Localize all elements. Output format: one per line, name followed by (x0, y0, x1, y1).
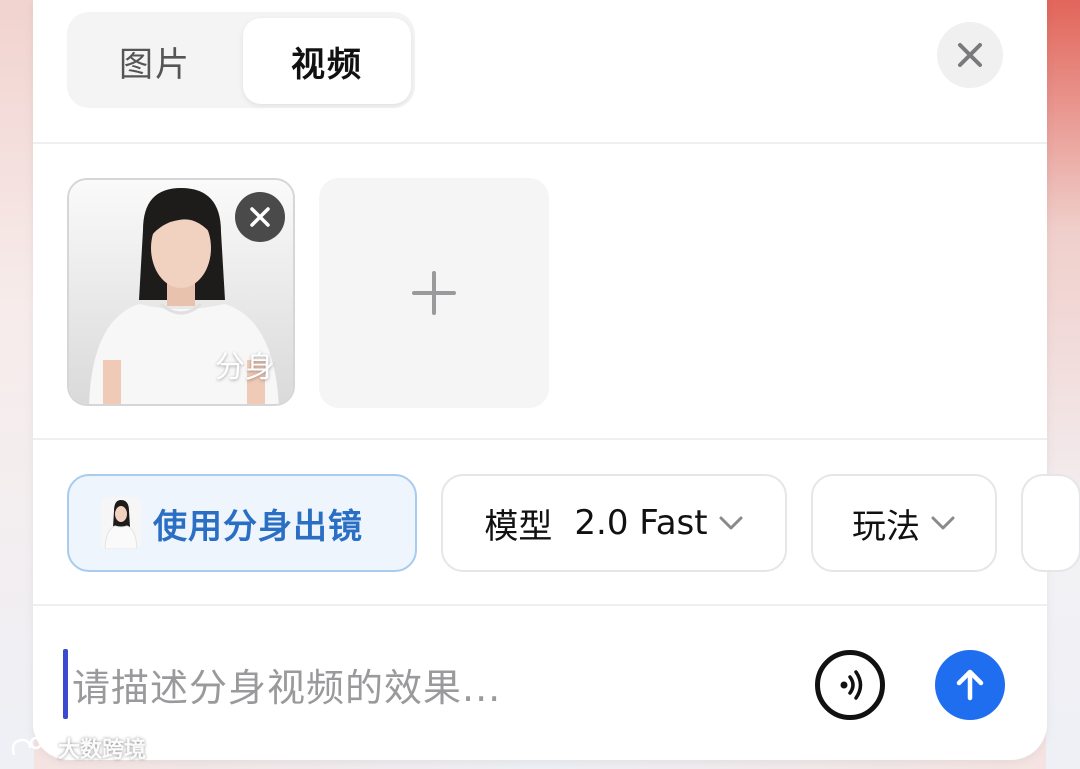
watermark-text: 大数跨境 (58, 738, 147, 763)
background-right-edge (1046, 0, 1080, 769)
send-button[interactable] (935, 650, 1005, 720)
divider-middle (33, 438, 1047, 440)
voice-input-button[interactable] (815, 650, 885, 720)
play-mode-dropdown[interactable]: 玩法 (811, 474, 997, 572)
watermark-logo-icon (11, 736, 52, 756)
voice-wave-icon (840, 670, 863, 700)
add-media-button[interactable] (319, 178, 549, 408)
background-left-edge (0, 0, 34, 769)
close-icon (958, 43, 982, 67)
use-avatar-chip-label: 使用分身出镜 (153, 506, 363, 547)
divider-top (33, 142, 1047, 144)
plus-icon (412, 271, 456, 315)
media-type-tabs: 图片 视频 (67, 12, 415, 108)
tab-image[interactable]: 图片 (73, 18, 237, 104)
chevron-down-icon (931, 516, 955, 530)
close-button[interactable] (937, 22, 1003, 88)
model-value: 2.0 Fast (574, 503, 708, 543)
use-avatar-chip[interactable]: 使用分身出镜 (67, 474, 417, 572)
tab-video[interactable]: 视频 (243, 18, 411, 104)
close-icon (250, 207, 270, 227)
uploaded-avatar-thumbnail[interactable]: 分身 (67, 178, 295, 406)
more-options-chip[interactable] (1021, 474, 1080, 572)
prompt-input[interactable]: 请描述分身视频的效果... (63, 648, 803, 720)
watermark: 大数跨境 (8, 732, 146, 764)
arrow-up-icon (956, 669, 984, 701)
text-caret (63, 649, 68, 719)
chevron-down-icon (719, 516, 743, 530)
divider-bottom (33, 604, 1047, 606)
play-mode-label: 玩法 (852, 506, 920, 547)
create-panel: 图片 视频 分身 使用分身出镜 模型 2.0 Fast 玩法 请描述分身视频的效… (33, 0, 1080, 760)
remove-avatar-button[interactable] (235, 192, 285, 242)
avatar-thumbnail-label: 分身 (215, 350, 275, 385)
prompt-placeholder: 请描述分身视频的效果... (72, 665, 502, 710)
model-dropdown[interactable]: 模型 2.0 Fast (441, 474, 787, 572)
avatar-mini-icon (101, 497, 141, 549)
model-label: 模型 (484, 506, 553, 547)
